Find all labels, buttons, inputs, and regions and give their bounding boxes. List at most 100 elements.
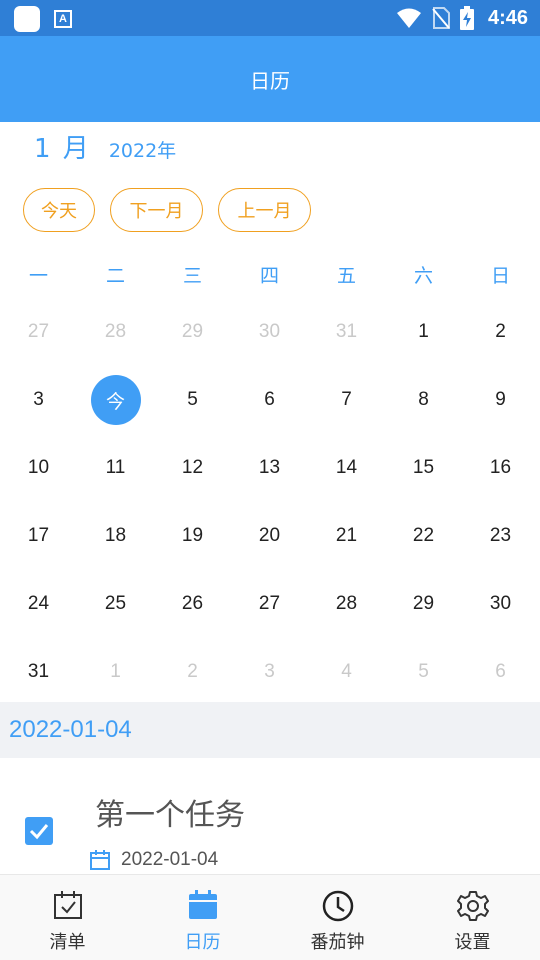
calendar-day-number: 1 (418, 321, 429, 342)
calendar-day[interactable]: 18 (77, 502, 154, 570)
calendar-day[interactable]: 10 (0, 434, 77, 502)
calendar-day[interactable]: 5 (154, 366, 231, 434)
selected-date-header: 2022-01-04 (0, 702, 540, 758)
calendar-day-number: 16 (489, 457, 512, 478)
calendar-day-number: 11 (105, 457, 126, 478)
calendar-day[interactable]: 8 (385, 366, 462, 434)
calendar-day[interactable]: 21 (308, 502, 385, 570)
page-title: 日历 (250, 68, 290, 93)
prev-month-button[interactable]: 上一月 (218, 188, 311, 232)
calendar-day-number: 21 (335, 525, 358, 546)
calendar-day[interactable]: 22 (385, 502, 462, 570)
calendar-day-number: 29 (412, 593, 435, 614)
calendar-day[interactable]: 14 (308, 434, 385, 502)
calendar-day[interactable]: 4 (308, 638, 385, 706)
calendar-day[interactable]: 1 (385, 298, 462, 366)
year-label: 2022年 (108, 140, 177, 162)
calendar-week-row: 27 28 29 30 31 1 2 (0, 298, 540, 366)
calendar-day[interactable]: 19 (154, 502, 231, 570)
calendar-day-number: 23 (489, 525, 512, 546)
calendar-day-number: 15 (412, 457, 435, 478)
calendar-day-number: 31 (27, 661, 50, 682)
month-label: 1 月 (34, 134, 91, 164)
calendar-day[interactable]: 1 (77, 638, 154, 706)
calendar-day[interactable]: 30 (462, 570, 539, 638)
calendar-day[interactable]: 12 (154, 434, 231, 502)
calendar-day[interactable]: 29 (385, 570, 462, 638)
calendar-day[interactable]: 2 (462, 298, 539, 366)
clock-icon (322, 890, 353, 922)
task-title: 第一个任务 (95, 798, 245, 833)
calendar-day-number: 17 (27, 525, 50, 546)
calendar-day[interactable]: 24 (0, 570, 77, 638)
calendar-day[interactable]: 30 (231, 298, 308, 366)
app-bar: 日历 (0, 36, 540, 122)
check-icon (29, 824, 49, 840)
weekday-label: 二 (105, 265, 125, 287)
calendar-day[interactable]: 7 (308, 366, 385, 434)
calendar-day[interactable]: 6 (231, 366, 308, 434)
calendar-day-number: 12 (181, 457, 204, 478)
calendar-day[interactable]: 9 (462, 366, 539, 434)
calendar-day[interactable]: 15 (385, 434, 462, 502)
calendar-day-number: 30 (258, 321, 281, 342)
calendar-day[interactable]: 31 (308, 298, 385, 366)
selected-date-label: 2022-01-04 (9, 716, 132, 743)
checklist-calendar-icon (53, 891, 82, 919)
calendar-day[interactable]: 28 (77, 298, 154, 366)
nav-item-pomodoro[interactable]: 番茄钟 (270, 875, 405, 960)
notification-app-icon (14, 6, 40, 32)
task-item[interactable]: 第一个任务 2022-01-04 (0, 760, 540, 874)
calendar-day[interactable]: 5 (385, 638, 462, 706)
battery-charging-icon (459, 6, 474, 30)
notification-a-icon: A (54, 10, 72, 28)
calendar-day-number: 7 (341, 389, 352, 410)
calendar-day[interactable]: 23 (462, 502, 539, 570)
nav-label-calendar: 日历 (184, 932, 221, 953)
calendar-day[interactable]: 28 (308, 570, 385, 638)
calendar-day[interactable]: 11 (77, 434, 154, 502)
calendar-day[interactable]: 25 (77, 570, 154, 638)
calendar-day-today[interactable]: 今 (77, 366, 154, 434)
calendar-day[interactable]: 29 (154, 298, 231, 366)
calendar-day[interactable]: 20 (231, 502, 308, 570)
nav-item-settings[interactable]: 设置 (405, 875, 540, 960)
nav-label-pomodoro: 番茄钟 (310, 932, 365, 953)
calendar-day[interactable]: 3 (231, 638, 308, 706)
calendar-day[interactable]: 27 (0, 298, 77, 366)
calendar-day-number: 24 (27, 593, 50, 614)
calendar-day[interactable]: 2 (154, 638, 231, 706)
calendar-day-number: 4 (341, 661, 352, 682)
calendar-day-number: 8 (418, 389, 429, 410)
calendar-day[interactable]: 31 (0, 638, 77, 706)
calendar-day[interactable]: 27 (231, 570, 308, 638)
calendar-day[interactable]: 13 (231, 434, 308, 502)
calendar-day[interactable]: 3 (0, 366, 77, 434)
next-month-button[interactable]: 下一月 (110, 188, 203, 232)
calendar-day[interactable]: 16 (462, 434, 539, 502)
nav-item-calendar[interactable]: 日历 (135, 875, 270, 960)
weekday-label: 一 (28, 265, 48, 287)
calendar-week-row: 24 25 26 27 28 29 30 (0, 570, 540, 638)
calendar-day[interactable]: 26 (154, 570, 231, 638)
calendar-day-number: 27 (258, 593, 281, 614)
month-header: 1 月 2022年 (34, 128, 176, 168)
nav-label-checklist: 清单 (49, 932, 86, 953)
nav-item-checklist[interactable]: 清单 (0, 875, 135, 960)
weekday-label: 日 (490, 265, 510, 287)
calendar-day-number: 19 (181, 525, 204, 546)
calendar-day-number: 14 (335, 457, 358, 478)
calendar-day-number: 9 (495, 389, 506, 410)
calendar-day[interactable]: 17 (0, 502, 77, 570)
calendar-day-number: 3 (264, 661, 275, 682)
weekday-label: 六 (413, 265, 433, 287)
calendar-day-number: 25 (104, 593, 127, 614)
calendar-day-number: 27 (27, 321, 50, 342)
calendar-day[interactable]: 6 (462, 638, 539, 706)
calendar-icon (188, 890, 217, 919)
calendar-week-row: 17 18 19 20 21 22 23 (0, 502, 540, 570)
today-button[interactable]: 今天 (23, 188, 95, 232)
task-checkbox[interactable] (25, 817, 53, 845)
calendar-day-number: 28 (104, 321, 127, 342)
weekday-label: 三 (182, 265, 202, 287)
